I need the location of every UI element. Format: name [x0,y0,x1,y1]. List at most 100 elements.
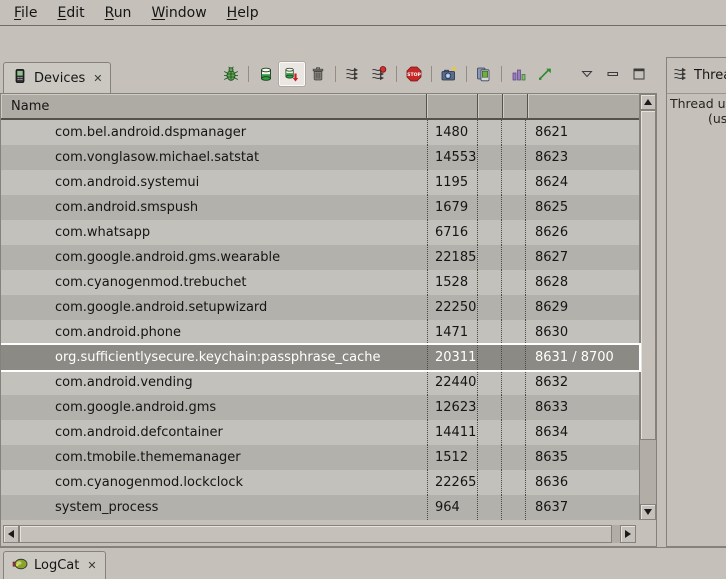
horizontal-scrollbar-thumb[interactable] [19,525,612,543]
cell-pid: 6716 [427,220,477,245]
debug-attach-icon[interactable] [218,62,244,86]
table-row[interactable]: com.android.defcontainer144118634 [1,420,639,445]
cell-debug-port: 8635 [525,445,639,470]
update-heap-icon[interactable] [253,62,279,86]
table-row[interactable]: com.google.android.gms.wearable221858627 [1,245,639,270]
table-row[interactable]: com.android.systemui11958624 [1,170,639,195]
table-row[interactable]: com.android.phone14718630 [1,320,639,345]
devices-tabbar: Devices ✕ STOP [0,57,657,93]
pane-resize-sash[interactable] [657,57,666,547]
table-row[interactable]: com.android.smspush16798625 [1,195,639,220]
logcat-icon [12,556,28,576]
cell-pid: 1528 [427,270,477,295]
table-row[interactable]: com.bel.android.dspmanager1480 8621 [1,120,639,145]
cell-empty [501,295,525,320]
cell-debug-port: 8637 [525,495,639,520]
toolbar-separator [466,66,467,82]
cell-debug-port: 8621 [525,120,639,145]
threads-panel: Threads Thread updates not enabled for s… [666,57,726,547]
cell-process-name: com.android.vending [1,370,427,395]
cell-empty [477,220,501,245]
scroll-up-button[interactable] [640,94,656,110]
logcat-panel: LogCat ✕ [0,547,726,578]
table-row[interactable]: com.whatsapp67168626 [1,220,639,245]
minimize-icon[interactable] [600,62,626,86]
cell-pid: 22440 [427,370,477,395]
tab-logcat[interactable]: LogCat ✕ [3,551,106,579]
devices-table: Name com.bel.android.dspmanager14808621c… [1,94,656,520]
toolbar-separator [335,66,336,82]
cell-debug-port: 8633 [525,395,639,420]
cell-debug-port: 8632 [525,370,639,395]
maximize-icon[interactable] [626,62,652,86]
stop-process-icon[interactable]: STOP [401,62,427,86]
cell-empty [501,120,525,145]
column-header-empty1[interactable] [478,94,503,118]
cell-empty [477,395,501,420]
dump-hprof-icon[interactable] [279,62,305,86]
network-stats-icon[interactable] [532,62,558,86]
table-row[interactable]: com.cyanogenmod.lockclock222658636 [1,470,639,495]
gc-trash-icon[interactable] [305,62,331,86]
table-header: Name [1,94,639,120]
phone-icon [12,68,28,88]
menu-edit[interactable]: Edit [47,2,94,24]
menu-file[interactable]: File [4,2,47,24]
start-method-profiling-icon[interactable] [366,62,392,86]
table-row[interactable]: com.cyanogenmod.trebuchet15288628 [1,270,639,295]
close-icon[interactable]: ✕ [87,559,96,572]
tab-threads-label[interactable]: Threads [694,68,726,83]
screen-capture-icon[interactable] [436,62,462,86]
scroll-down-button[interactable] [640,504,656,520]
vertical-scrollbar-trough[interactable] [640,440,656,504]
cell-debug-port: 8626 [525,220,639,245]
cell-pid: 14411 [427,420,477,445]
column-header-name[interactable]: Name [1,94,427,118]
toolbar-separator [431,66,432,82]
column-header-empty2[interactable] [503,94,528,118]
phone-stack-icon[interactable] [471,62,497,86]
table-row[interactable]: com.tmobile.thememanager15128635 [1,445,639,470]
vertical-scrollbar[interactable] [639,94,656,520]
view-menu-icon[interactable] [574,62,600,86]
cell-process-name: com.google.android.gms.wearable [1,245,427,270]
cell-process-name: org.sufficientlysecure.keychain:passphra… [1,345,427,370]
cell-empty [477,245,501,270]
table-row[interactable]: com.google.android.setupwizard222508629 [1,295,639,320]
cell-process-name: system_process [1,495,427,520]
cell-process-name: com.cyanogenmod.lockclock [1,470,427,495]
table-row[interactable]: com.vonglasow.michael.satstat145538623 [1,145,639,170]
table-row[interactable]: com.google.android.gms126238633 [1,395,639,420]
scroll-left-button[interactable] [3,525,19,543]
vertical-scrollbar-thumb[interactable] [640,110,656,440]
horizontal-scrollbar[interactable] [3,525,636,543]
cell-process-name: com.android.smspush [1,195,427,220]
cell-pid: 14553 [427,145,477,170]
menu-window[interactable]: Window [141,2,216,24]
update-threads-icon[interactable] [340,62,366,86]
column-header-port[interactable] [528,94,639,118]
menu-run[interactable]: Run [95,2,142,24]
close-icon[interactable]: ✕ [93,72,102,85]
arrow-up-icon [644,99,652,105]
table-row[interactable]: system_process9648637 [1,495,639,520]
cell-empty [477,195,501,220]
cell-process-name: com.bel.android.dspmanager [1,120,427,145]
threads-tabbar: Threads [667,58,726,94]
table-row[interactable]: com.android.vending22440 8632 [1,370,639,395]
cell-pid: 1480 [427,120,477,145]
cell-empty [501,170,525,195]
table-row[interactable]: org.sufficientlysecure.keychain:passphra… [1,345,639,370]
tab-devices[interactable]: Devices ✕ [3,62,111,93]
cell-process-name: com.android.systemui [1,170,427,195]
cell-empty [501,495,525,520]
menu-help[interactable]: Help [217,2,269,24]
cell-debug-port: 8631 / 8700 [525,345,639,370]
cell-debug-port: 8636 [525,470,639,495]
devices-view-body: Name com.bel.android.dspmanager14808621c… [0,93,657,547]
cell-empty [501,145,525,170]
scroll-right-button[interactable] [620,525,636,543]
column-header-pid[interactable] [427,94,478,118]
cell-empty [477,495,501,520]
sysinfo-bars-icon[interactable] [506,62,532,86]
